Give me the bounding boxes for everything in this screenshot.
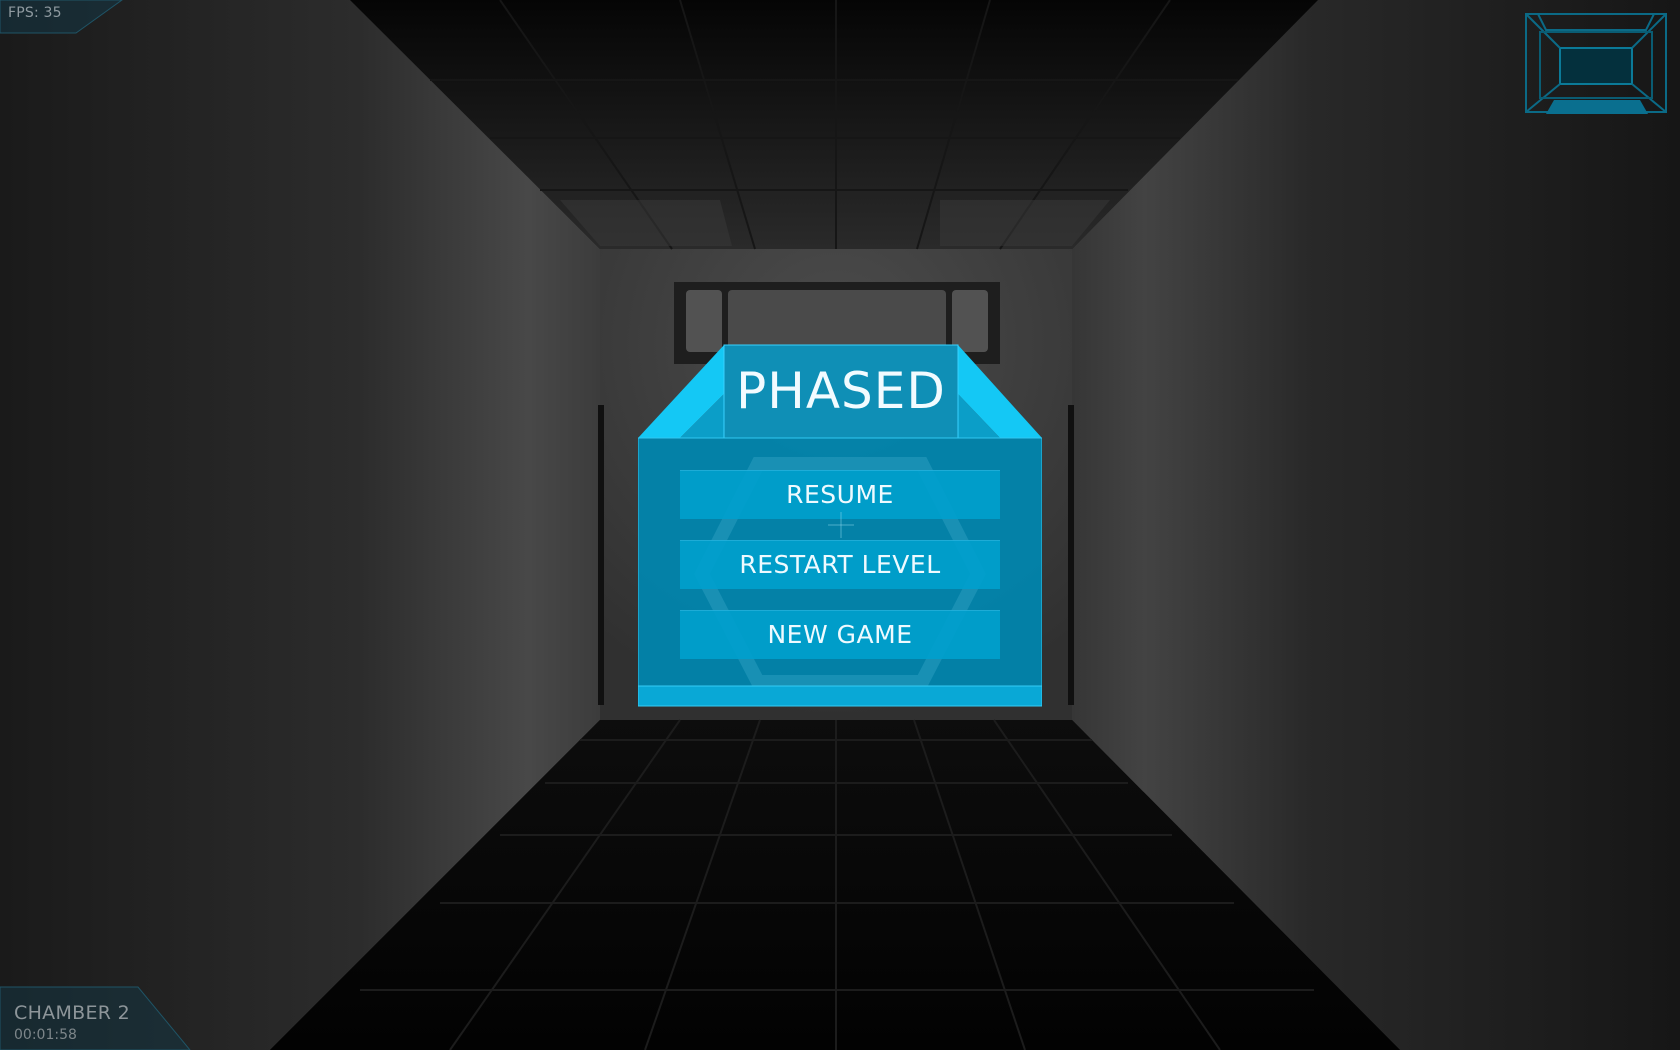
game-viewport: FPS: 35 PHASED RESUME RESTART LEVEL NEW … <box>0 0 1680 1050</box>
level-timer: 00:01:58 <box>14 1027 77 1043</box>
game-title: PHASED <box>736 362 946 420</box>
crosshair-icon <box>828 512 854 538</box>
fps-label: FPS: 35 <box>8 5 62 21</box>
chamber-info: CHAMBER 2 00:01:58 <box>0 986 195 1050</box>
new-game-button[interactable]: NEW GAME <box>680 610 1000 659</box>
chamber-name: CHAMBER 2 <box>14 1002 131 1024</box>
box-outline-icon <box>1525 13 1667 114</box>
restart-level-button[interactable]: RESTART LEVEL <box>680 540 1000 589</box>
fps-counter: FPS: 35 <box>0 0 130 34</box>
